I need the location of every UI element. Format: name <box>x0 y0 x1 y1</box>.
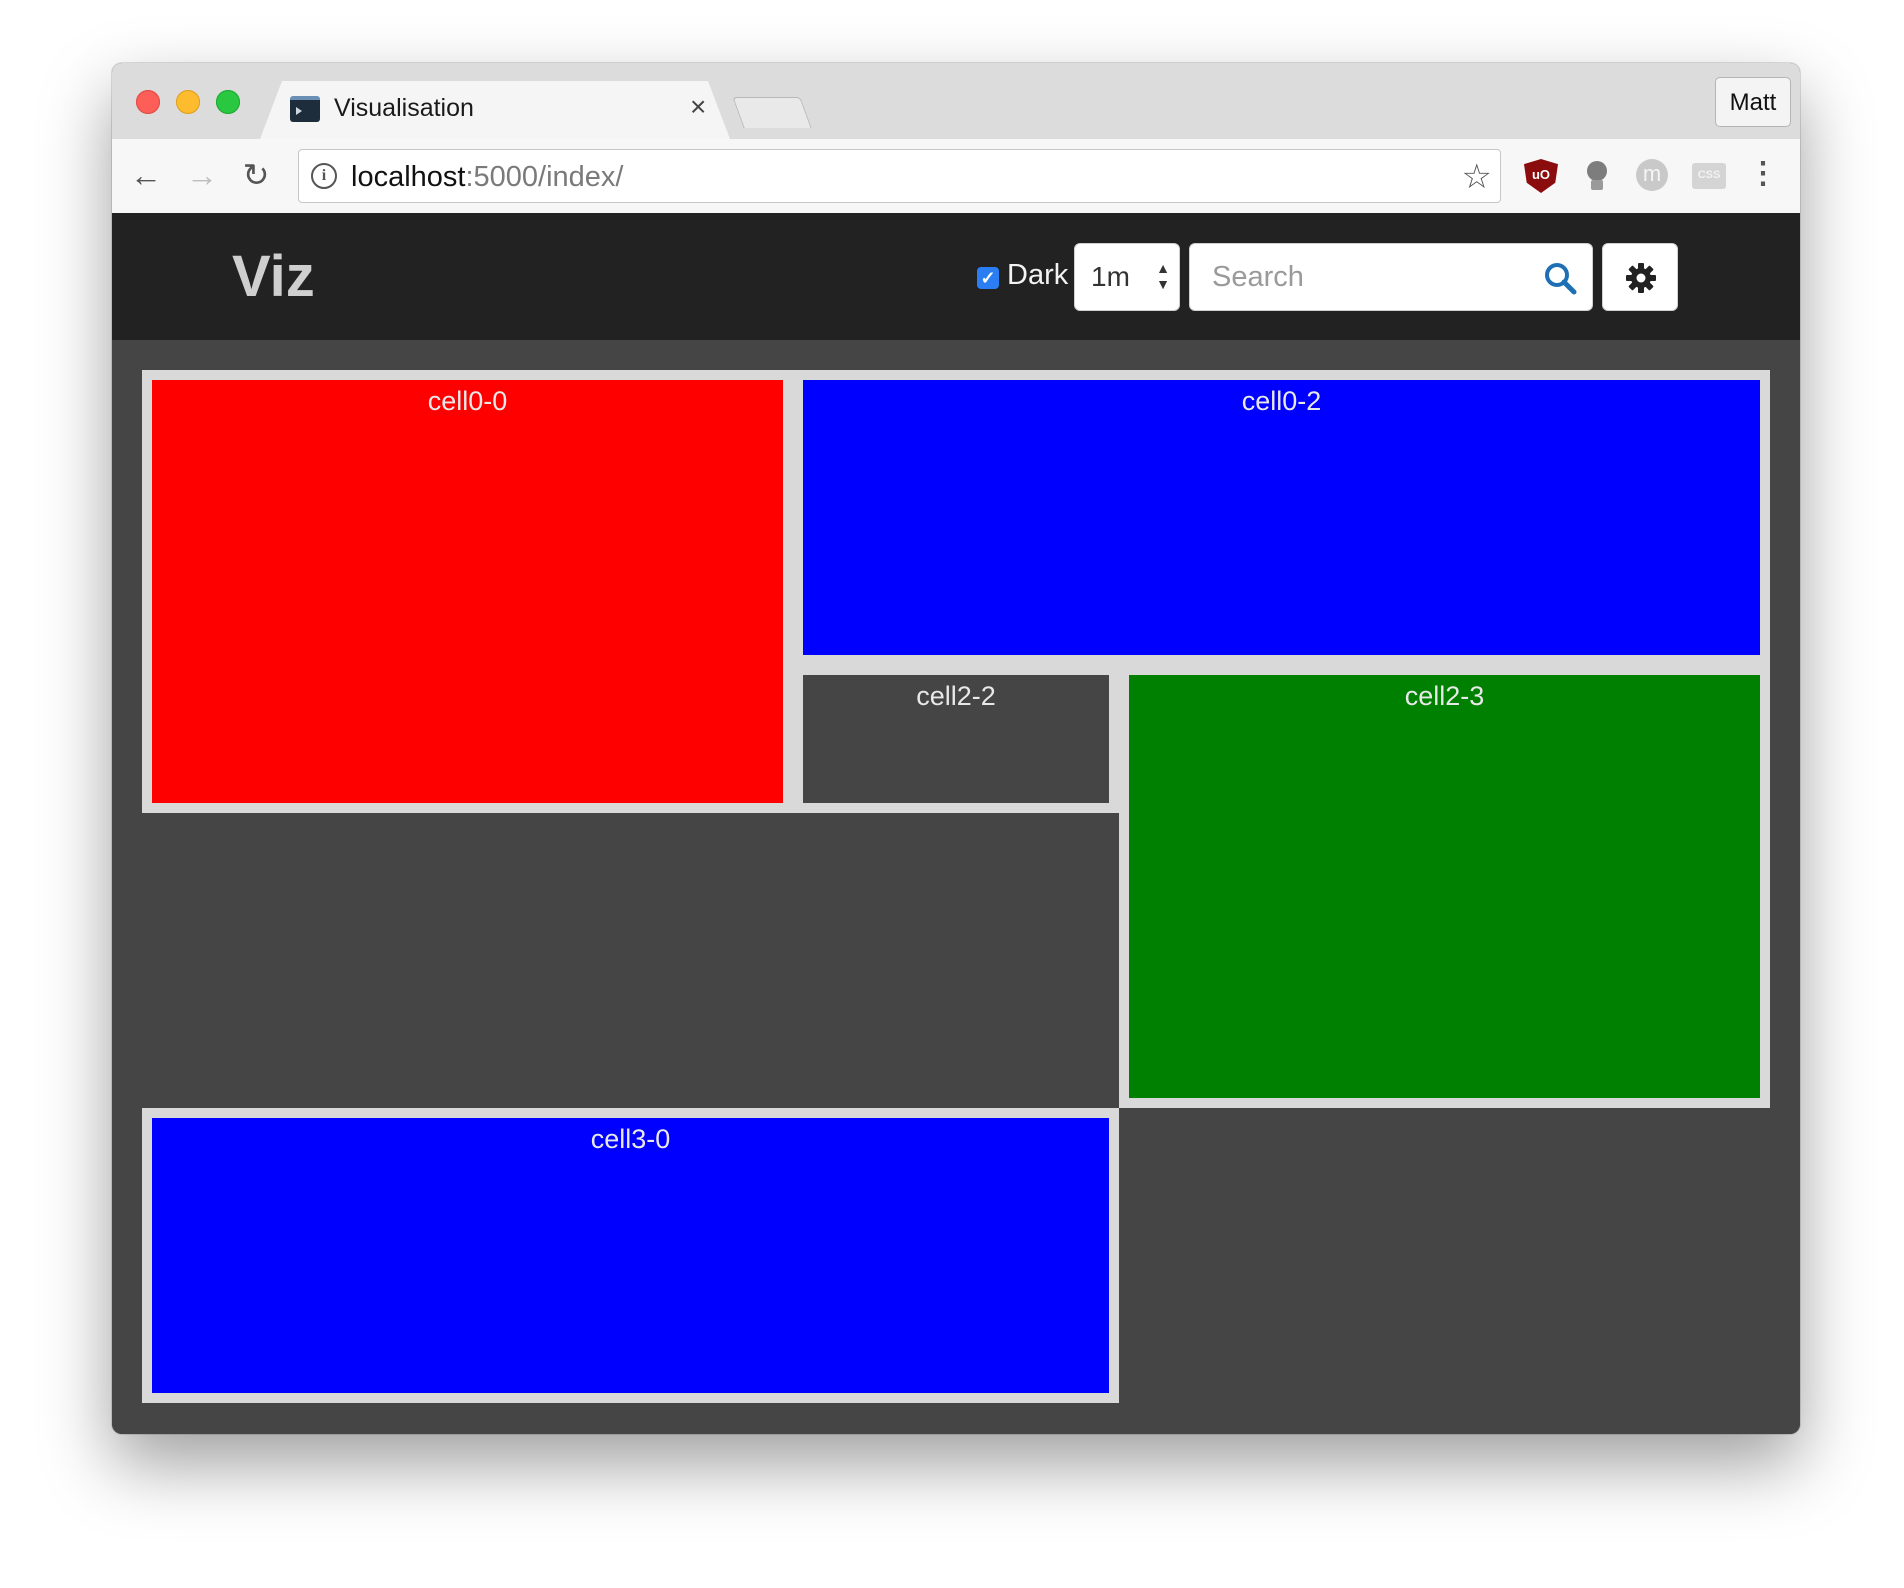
cell-label: cell2-2 <box>916 681 996 711</box>
grid-canvas: cell0-0 cell0-2 cell2-2 cell2-3 cell3-0 <box>112 340 1800 1434</box>
cell-label: cell3-0 <box>590 1124 671 1154</box>
app-navbar: Viz ✓ Dark 1m ▲ ▼ <box>112 213 1800 340</box>
browser-toolbar: ← → ↻ i localhost:5000/index/ ☆ uO m CSS… <box>112 139 1800 214</box>
app-brand[interactable]: Viz <box>232 243 315 310</box>
maximize-window-button[interactable] <box>216 90 240 114</box>
lightbulb-extension-icon[interactable] <box>1580 159 1614 193</box>
close-window-button[interactable] <box>136 90 160 114</box>
reload-icon[interactable]: ↻ <box>234 153 278 197</box>
dark-mode-checkbox[interactable]: ✓ <box>977 267 999 289</box>
grid-cell[interactable]: cell0-0 <box>142 370 793 813</box>
search-box[interactable] <box>1189 243 1593 311</box>
url-text[interactable]: localhost:5000/index/ <box>351 161 623 194</box>
grid-cell[interactable]: cell2-3 <box>1119 665 1770 1108</box>
terminal-favicon-icon <box>290 96 320 122</box>
ublock-extension-icon[interactable]: uO <box>1524 159 1558 193</box>
cell-label: cell0-2 <box>1241 386 1322 416</box>
settings-button[interactable] <box>1602 243 1678 311</box>
tab-strip: Visualisation × Matt <box>112 63 1800 139</box>
cell-label: cell0-0 <box>427 386 508 416</box>
interval-select-value: 1m <box>1091 261 1130 292</box>
url-path: :5000/index/ <box>465 161 624 193</box>
gear-icon <box>1626 263 1656 293</box>
profile-button[interactable]: Matt <box>1715 77 1791 127</box>
grid-cell[interactable]: cell2-2 <box>793 665 1119 813</box>
browser-menu-icon[interactable]: ⋮ <box>1746 159 1780 193</box>
new-tab-button[interactable] <box>732 97 812 128</box>
dark-mode-label[interactable]: Dark <box>1007 259 1068 292</box>
select-arrows-icon: ▲ ▼ <box>1156 260 1170 292</box>
grid-cell[interactable]: cell0-2 <box>793 370 1770 665</box>
tab-close-icon[interactable]: × <box>690 93 706 121</box>
url-host: localhost <box>351 161 466 193</box>
tab-visualisation[interactable] <box>260 81 730 139</box>
bookmark-star-icon[interactable]: ☆ <box>1462 157 1492 197</box>
tab-title: Visualisation <box>334 94 474 122</box>
m-extension-icon[interactable]: m <box>1636 159 1668 191</box>
interval-select[interactable]: 1m ▲ ▼ <box>1074 243 1180 311</box>
search-icon[interactable] <box>1542 260 1578 296</box>
search-input[interactable] <box>1212 258 1532 296</box>
minimize-window-button[interactable] <box>176 90 200 114</box>
address-bar[interactable]: i localhost:5000/index/ ☆ <box>298 149 1501 203</box>
css-extension-icon[interactable]: CSS <box>1692 163 1726 189</box>
grid-cell[interactable]: cell3-0 <box>142 1108 1119 1403</box>
cell-label: cell2-3 <box>1404 681 1485 711</box>
browser-window: Visualisation × Matt ← → ↻ i localhost:5… <box>112 63 1800 1434</box>
info-icon[interactable]: i <box>311 163 337 189</box>
back-arrow-icon[interactable]: ← <box>124 153 168 197</box>
forward-arrow-icon[interactable]: → <box>180 153 224 197</box>
